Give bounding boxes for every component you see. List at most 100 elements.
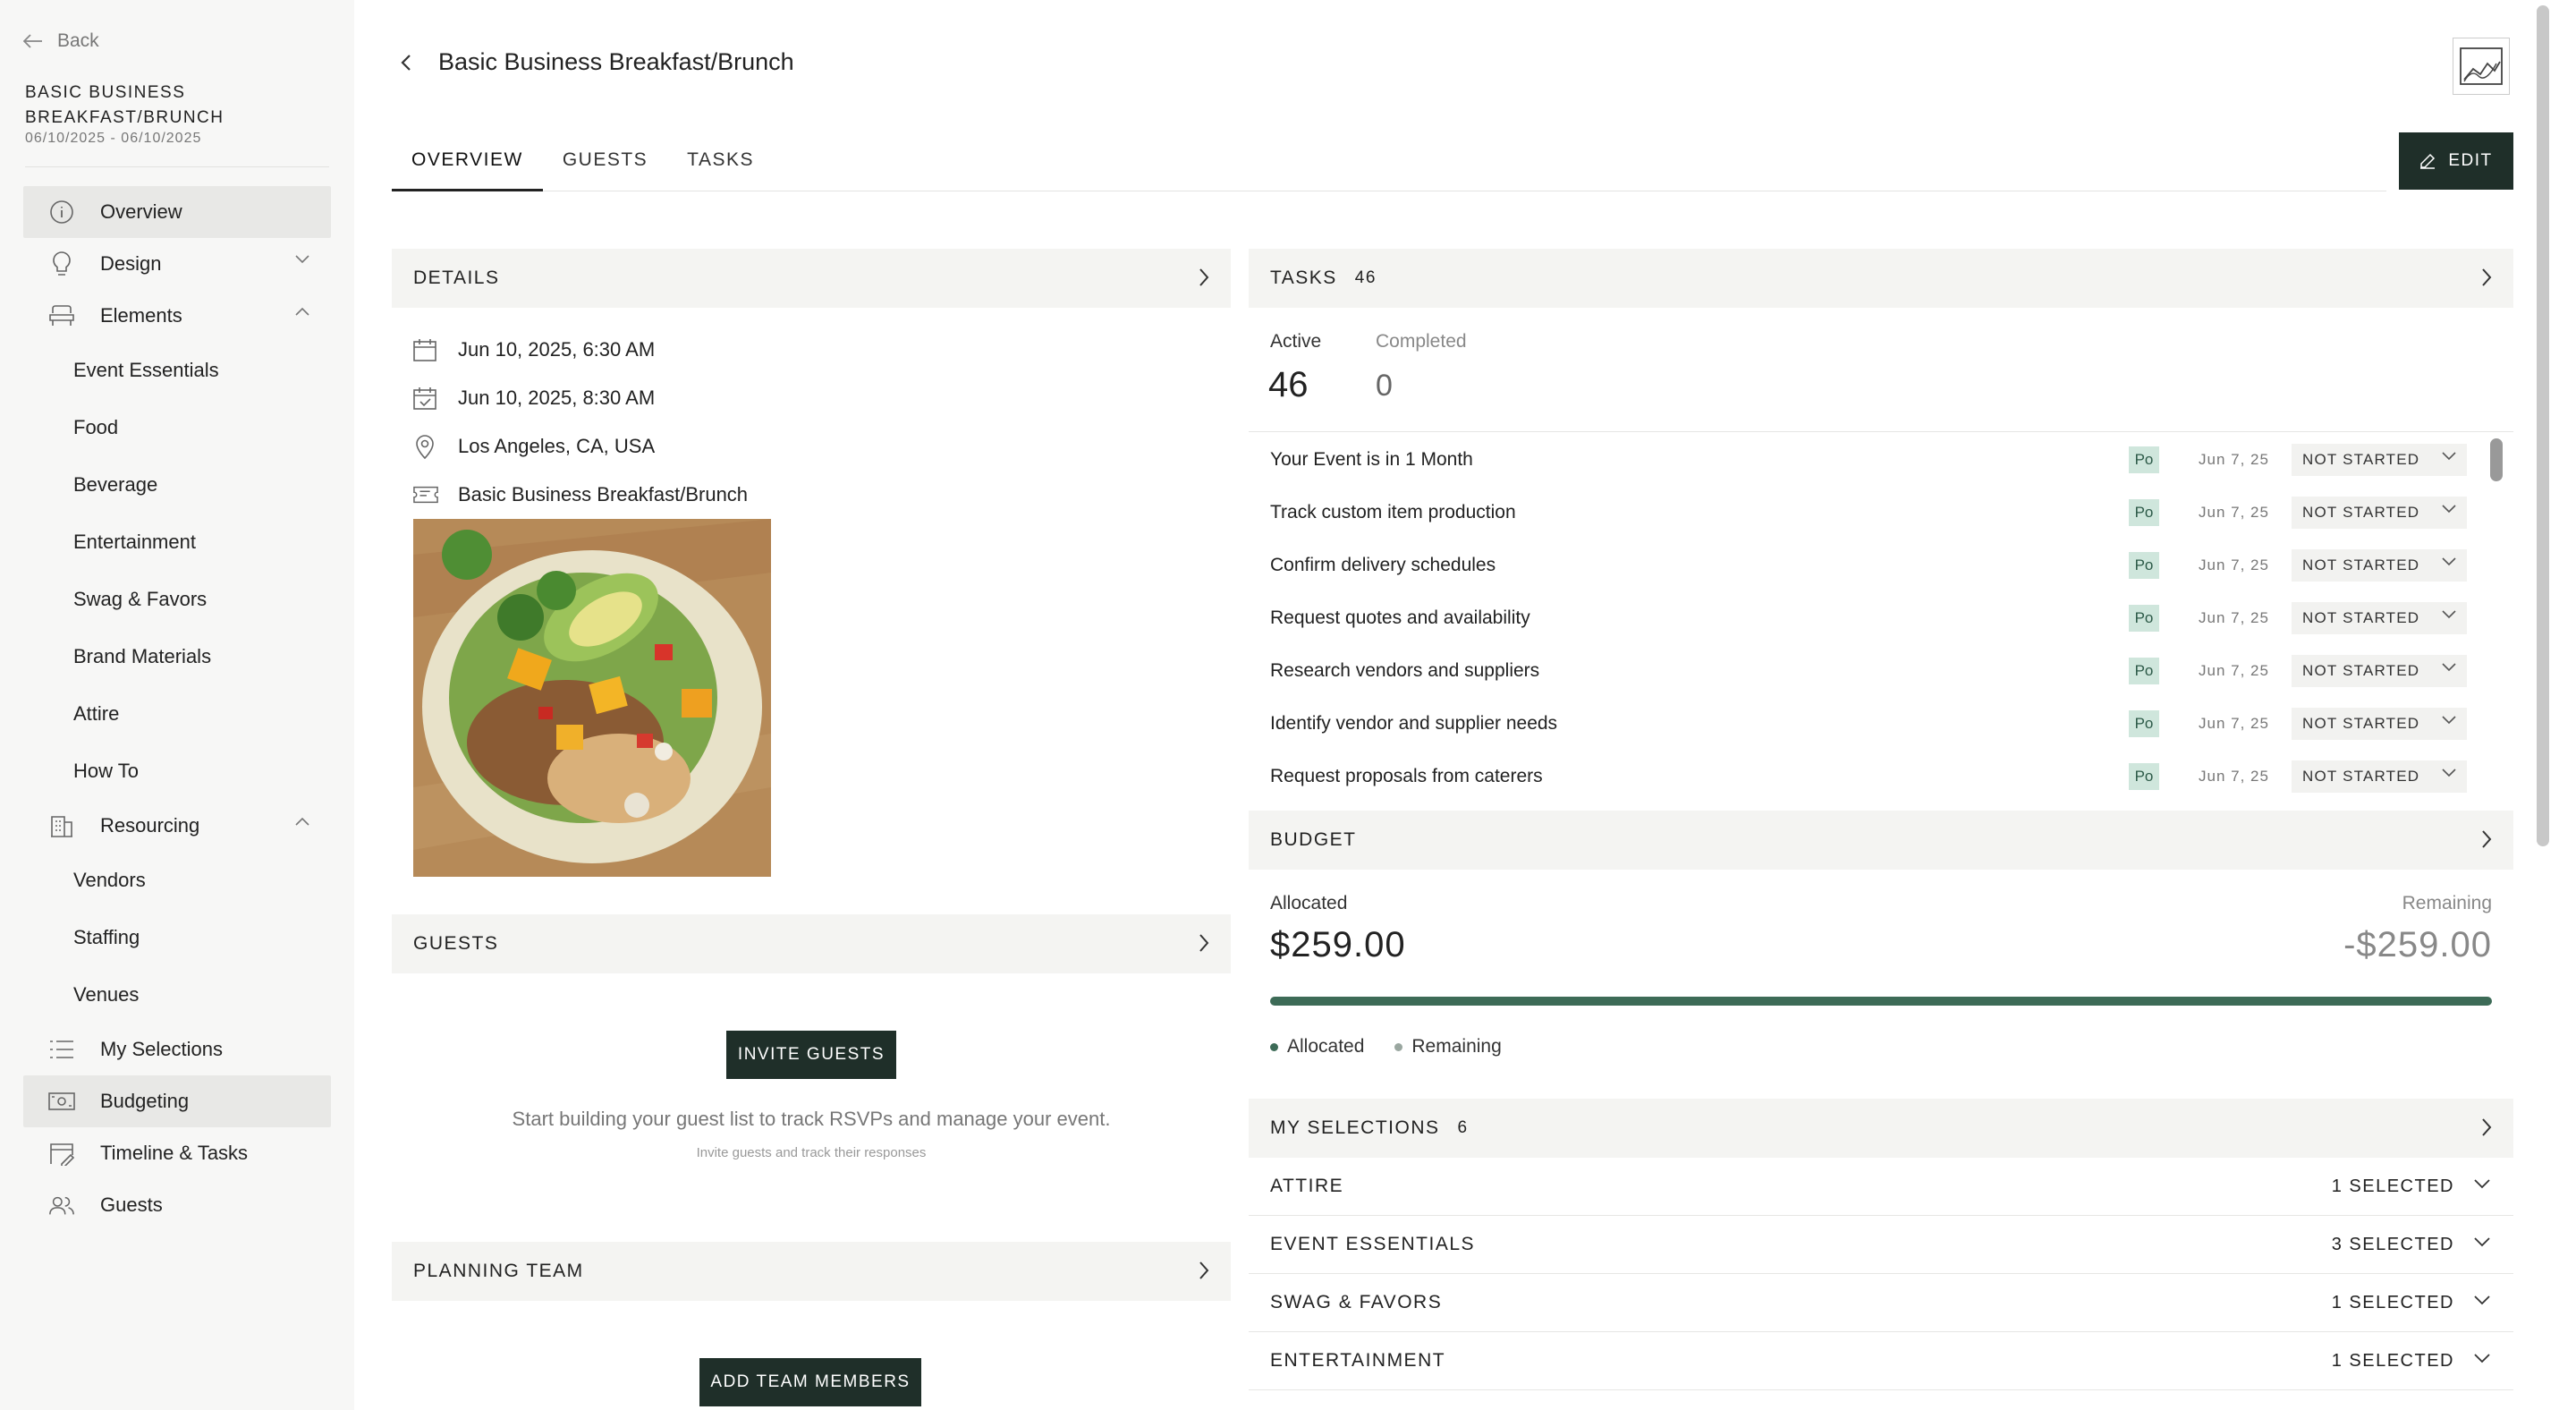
analytics-button[interactable] xyxy=(2453,38,2510,95)
task-row[interactable]: Research vendors and suppliers Po Jun 7,… xyxy=(1249,644,2513,697)
sidebar-item-overview[interactable]: Overview xyxy=(23,186,331,238)
task-row[interactable]: Request quotes and availability Po Jun 7… xyxy=(1249,591,2513,644)
tasks-header[interactable]: TASKS 46 xyxy=(1249,249,2513,308)
chevron-right-icon[interactable] xyxy=(2481,829,2492,849)
chevron-left-icon[interactable] xyxy=(401,54,411,72)
sidebar-subitem[interactable]: How To xyxy=(23,743,331,800)
my-selections-card: MY SELECTIONS 6 ATTIRE 1 SELECTED EVENT … xyxy=(1249,1099,2513,1410)
sidebar-item-budgeting[interactable]: Budgeting xyxy=(23,1075,331,1127)
task-name: Identify vendor and supplier needs xyxy=(1270,712,1558,734)
chevron-down-icon[interactable] xyxy=(2474,1295,2490,1305)
legend-remaining-label: Remaining xyxy=(1411,1036,1502,1057)
location-pin-icon xyxy=(413,434,438,459)
sidebar-item-timeline[interactable]: Timeline & Tasks xyxy=(23,1127,331,1179)
task-name: Your Event is in 1 Month xyxy=(1270,448,1473,470)
guests-header[interactable]: GUESTS xyxy=(392,914,1231,973)
planning-team-card: PLANNING TEAM ADD TEAM MEMBERS xyxy=(392,1242,1231,1410)
detail-end-text: Jun 10, 2025, 8:30 AM xyxy=(458,386,656,409)
task-status: NOT STARTED xyxy=(2302,768,2420,785)
my-selections-header[interactable]: MY SELECTIONS 6 xyxy=(1249,1099,2513,1158)
task-status-select[interactable]: NOT STARTED xyxy=(2292,708,2467,740)
chevron-down-icon[interactable] xyxy=(2474,1354,2490,1363)
chevron-down-icon[interactable] xyxy=(295,255,309,264)
sidebar-subitem[interactable]: Vendors xyxy=(23,852,331,909)
task-row[interactable]: Identify vendor and supplier needs Po Ju… xyxy=(1249,697,2513,750)
tasks-completed-label[interactable]: Completed xyxy=(1376,331,1467,352)
task-assignee: Po xyxy=(2129,499,2159,526)
sidebar-subitem[interactable]: Staffing xyxy=(23,909,331,966)
task-name: Request proposals from caterers xyxy=(1270,765,1543,786)
task-due: Jun 7, 25 xyxy=(2199,662,2269,679)
selection-row[interactable]: SWAG & FAVORS 1 SELECTED xyxy=(1249,1274,2513,1332)
details-header[interactable]: DETAILS xyxy=(392,249,1231,308)
calendar-icon xyxy=(413,337,438,362)
chevron-right-icon[interactable] xyxy=(2481,268,2492,287)
sidebar-item-resourcing[interactable]: Resourcing xyxy=(23,800,331,852)
sidebar-item-guests[interactable]: Guests xyxy=(23,1179,331,1231)
chevron-down-icon[interactable] xyxy=(2474,1237,2490,1247)
sidebar-item-design[interactable]: Design xyxy=(23,238,331,290)
task-status-select[interactable]: NOT STARTED xyxy=(2292,444,2467,476)
selection-category: ENTERTAINMENT xyxy=(1270,1350,1446,1371)
task-status: NOT STARTED xyxy=(2302,451,2420,468)
add-team-members-button[interactable]: ADD TEAM MEMBERS xyxy=(699,1358,921,1406)
sidebar-subitem[interactable]: Swag & Favors xyxy=(23,571,331,628)
guests-card: GUESTS INVITE GUESTS Start building your… xyxy=(392,914,1231,1224)
page-scrollbar[interactable] xyxy=(2537,5,2549,846)
chevron-down-icon[interactable] xyxy=(2474,1179,2490,1189)
task-status-select[interactable]: NOT STARTED xyxy=(2292,549,2467,582)
selection-count: 1 SELECTED xyxy=(2331,1292,2454,1312)
back-link[interactable]: Back xyxy=(23,30,99,52)
sidebar-subitem[interactable]: Beverage xyxy=(23,456,331,514)
sidebar-subitem[interactable]: Food xyxy=(23,399,331,456)
task-row[interactable]: Request proposals from caterers Po Jun 7… xyxy=(1249,750,2513,793)
chevron-down-icon xyxy=(2442,663,2456,672)
chevron-up-icon[interactable] xyxy=(295,307,309,316)
legend-allocated: Allocated xyxy=(1270,1036,1364,1058)
planning-team-header[interactable]: PLANNING TEAM xyxy=(392,1242,1231,1301)
budget-allocated-label: Allocated xyxy=(1270,893,1348,913)
sidebar-item-label: Guests xyxy=(100,1193,163,1216)
chevron-right-icon[interactable] xyxy=(1199,1261,1209,1280)
task-assignee: Po xyxy=(2129,446,2159,473)
sidebar-item-elements[interactable]: Elements xyxy=(23,290,331,342)
sidebar-item-label: Design xyxy=(100,252,162,275)
budget-header[interactable]: BUDGET xyxy=(1249,811,2513,870)
sidebar-item-my-selections[interactable]: My Selections xyxy=(23,1024,331,1075)
task-status-select[interactable]: NOT STARTED xyxy=(2292,602,2467,634)
sidebar-subitem[interactable]: Attire xyxy=(23,685,331,743)
task-row[interactable]: Your Event is in 1 Month Po Jun 7, 25 NO… xyxy=(1249,433,2513,486)
sidebar-item-label: Budgeting xyxy=(100,1090,190,1112)
sidebar-subitem[interactable]: Venues xyxy=(23,966,331,1024)
selection-row[interactable]: ATTIRE 1 SELECTED xyxy=(1249,1158,2513,1216)
pencil-icon xyxy=(2420,153,2436,169)
chart-icon xyxy=(2460,47,2503,85)
tasks-count: 46 xyxy=(1354,268,1377,287)
task-status-select[interactable]: NOT STARTED xyxy=(2292,497,2467,529)
selection-row[interactable]: ENTERTAINMENT 1 SELECTED xyxy=(1249,1332,2513,1390)
tab-tasks[interactable]: TASKS xyxy=(667,132,774,191)
tasks-active-label[interactable]: Active xyxy=(1270,331,1321,352)
chevron-right-icon[interactable] xyxy=(1199,933,1209,953)
guests-heading: GUESTS xyxy=(413,933,499,954)
task-row[interactable]: Track custom item production Po Jun 7, 2… xyxy=(1249,486,2513,539)
sidebar-subitem[interactable]: Entertainment xyxy=(23,514,331,571)
task-assignee: Po xyxy=(2129,658,2159,684)
tab-overview[interactable]: OVERVIEW xyxy=(392,132,543,191)
task-status-select[interactable]: NOT STARTED xyxy=(2292,760,2467,793)
sidebar-subitem[interactable]: Brand Materials xyxy=(23,628,331,685)
task-due: Jun 7, 25 xyxy=(2199,715,2269,732)
chevron-right-icon[interactable] xyxy=(2481,1117,2492,1137)
tasks-scrollbar[interactable] xyxy=(2490,438,2503,481)
task-row[interactable]: Confirm delivery schedules Po Jun 7, 25 … xyxy=(1249,539,2513,591)
selection-row[interactable]: EVENT ESSENTIALS 3 SELECTED xyxy=(1249,1216,2513,1274)
invite-guests-button[interactable]: INVITE GUESTS xyxy=(726,1031,896,1079)
task-status-select[interactable]: NOT STARTED xyxy=(2292,655,2467,687)
edit-button[interactable]: EDIT xyxy=(2399,132,2513,190)
chevron-up-icon[interactable] xyxy=(295,817,309,826)
event-dates: 06/10/2025 - 06/10/2025 xyxy=(25,131,202,146)
chevron-right-icon[interactable] xyxy=(1199,268,1209,287)
sidebar-nav: Overview Design Elements Event Essential… xyxy=(23,186,331,1231)
sidebar-subitem[interactable]: Event Essentials xyxy=(23,342,331,399)
tab-guests[interactable]: GUESTS xyxy=(543,132,667,191)
